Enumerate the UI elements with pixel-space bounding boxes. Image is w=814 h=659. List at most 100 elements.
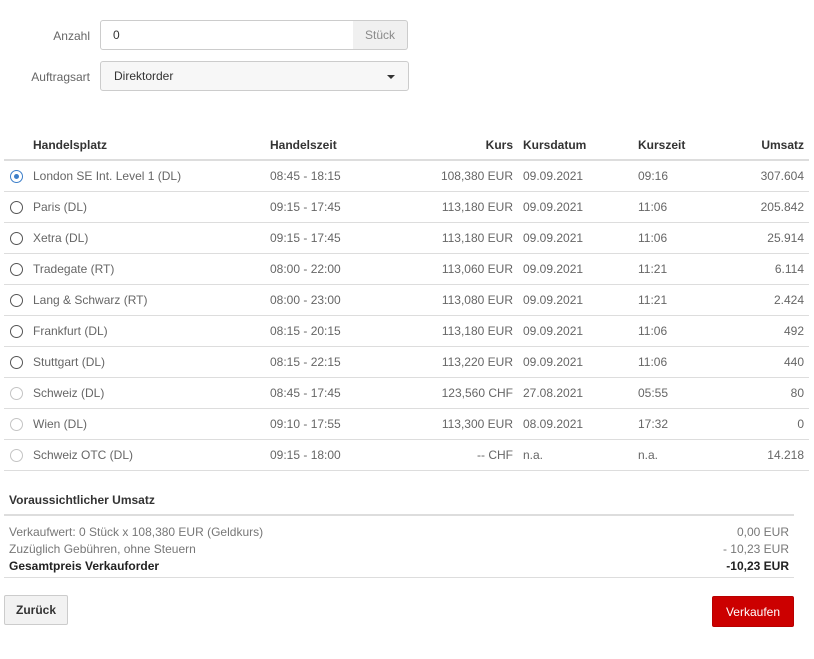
venue-price: 113,180 EUR xyxy=(400,315,513,347)
fees-label: Zuzüglich Gebühren, ohne Steuern xyxy=(9,542,196,556)
venue-trading-hours: 09:10 - 17:55 xyxy=(270,408,400,440)
table-row[interactable]: Xetra (DL) 09:15 - 17:45 113,180 EUR 09.09.… xyxy=(4,222,809,254)
venue-name: Schweiz OTC (DL) xyxy=(33,439,270,471)
venue-price-time: 05:55 xyxy=(638,377,728,409)
venue-price-date: 27.08.2021 xyxy=(513,377,638,409)
venue-volume: 440 xyxy=(728,346,809,378)
venue-trading-hours: 09:15 - 17:45 xyxy=(270,191,400,223)
venue-trading-hours: 08:15 - 22:15 xyxy=(270,346,400,378)
trading-venue-table: Handelsplatz Handelszeit Kurs Kursdatum … xyxy=(4,131,809,471)
venue-price-date: 09.09.2021 xyxy=(513,160,638,192)
venue-volume: 2.424 xyxy=(728,284,809,316)
venue-trading-hours: 08:00 - 23:00 xyxy=(270,284,400,316)
venue-price: 123,560 CHF xyxy=(400,377,513,409)
venue-price-time: 17:32 xyxy=(638,408,728,440)
venue-price-date: 09.09.2021 xyxy=(513,222,638,254)
venue-price-time: 11:06 xyxy=(638,315,728,347)
back-button[interactable]: Zurück xyxy=(4,595,68,625)
quantity-label: Anzahl xyxy=(53,29,90,43)
venue-price-date: 09.09.2021 xyxy=(513,284,638,316)
venue-name: Tradegate (RT) xyxy=(33,253,270,285)
venue-volume: 0 xyxy=(728,408,809,440)
venue-volume: 205.842 xyxy=(728,191,809,223)
summary-title: Voraussichtlicher Umsatz xyxy=(4,486,794,516)
venue-price-time: 11:06 xyxy=(638,191,728,223)
total-value: -10,23 EUR xyxy=(726,559,789,573)
venue-radio-button[interactable] xyxy=(10,170,23,183)
table-row[interactable]: Frankfurt (DL) 08:15 - 20:15 113,180 EUR 09… xyxy=(4,315,809,347)
fees-line: Zuzüglich Gebühren, ohne Steuern - 10,23… xyxy=(4,540,794,557)
quantity-input[interactable] xyxy=(100,20,354,50)
venue-price-time: n.a. xyxy=(638,439,728,471)
header-volume: Umsatz xyxy=(728,131,809,161)
venue-radio xyxy=(4,253,33,285)
table-row: Schweiz OTC (DL) 09:15 - 18:00 -- CHF n.a. n… xyxy=(4,439,809,471)
venue-trading-hours: 08:45 - 17:45 xyxy=(270,377,400,409)
venue-radio-button[interactable] xyxy=(10,294,23,307)
venue-radio xyxy=(4,377,33,409)
sale-value-label: Verkaufwert: 0 Stück x 108,380 EUR (Geld… xyxy=(9,525,264,539)
order-type-row: Auftragsart Direktorder xyxy=(0,61,814,93)
venue-name: Wien (DL) xyxy=(33,408,270,440)
header-venue: Handelsplatz xyxy=(33,131,270,161)
venue-radio-button xyxy=(10,387,23,400)
venue-radio-button[interactable] xyxy=(10,356,23,369)
venue-price: 113,060 EUR xyxy=(400,253,513,285)
venue-price-date: 09.09.2021 xyxy=(513,315,638,347)
venue-price-time: 11:21 xyxy=(638,253,728,285)
venue-price-date: 08.09.2021 xyxy=(513,408,638,440)
venue-radio xyxy=(4,160,33,192)
venue-trading-hours: 08:15 - 20:15 xyxy=(270,315,400,347)
venue-radio xyxy=(4,346,33,378)
total-label: Gesamtpreis Verkauforder xyxy=(9,559,160,573)
table-row[interactable]: Lang & Schwarz (RT) 08:00 - 23:00 113,080 … xyxy=(4,284,809,316)
sell-button[interactable]: Verkaufen xyxy=(712,596,794,627)
venue-radio xyxy=(4,284,33,316)
table-row[interactable]: London SE Int. Level 1 (DL) 08:45 - 18:15… xyxy=(4,160,809,192)
venue-trading-hours: 09:15 - 17:45 xyxy=(270,222,400,254)
venue-price: 113,080 EUR xyxy=(400,284,513,316)
venue-radio-button[interactable] xyxy=(10,325,23,338)
header-price-time: Kurszeit xyxy=(638,131,728,161)
venue-radio-button[interactable] xyxy=(10,201,23,214)
fees-value: - 10,23 EUR xyxy=(722,542,789,556)
venue-price: 108,380 EUR xyxy=(400,160,513,192)
venue-volume: 307.604 xyxy=(728,160,809,192)
venue-price: 113,220 EUR xyxy=(400,346,513,378)
venue-volume: 25.914 xyxy=(728,222,809,254)
venue-radio-button[interactable] xyxy=(10,232,23,245)
table-row: Schweiz (DL) 08:45 - 17:45 123,560 CHF 27.0… xyxy=(4,377,809,409)
venue-trading-hours: 08:00 - 22:00 xyxy=(270,253,400,285)
venue-price: 113,300 EUR xyxy=(400,408,513,440)
sale-value-line: Verkaufwert: 0 Stück x 108,380 EUR (Geld… xyxy=(4,523,794,540)
table-row[interactable]: Stuttgart (DL) 08:15 - 22:15 113,220 EUR 09… xyxy=(4,346,809,378)
venue-trading-hours: 09:15 - 18:00 xyxy=(270,439,400,471)
venue-volume: 492 xyxy=(728,315,809,347)
order-type-select[interactable]: Direktorder xyxy=(100,61,409,91)
venue-volume: 14.218 xyxy=(728,439,809,471)
header-price: Kurs xyxy=(400,131,513,161)
venue-price: -- CHF xyxy=(400,439,513,471)
table-row[interactable]: Tradegate (RT) 08:00 - 22:00 113,060 EUR 09… xyxy=(4,253,809,285)
venue-radio xyxy=(4,191,33,223)
quantity-unit-addon: Stück xyxy=(353,20,408,50)
venue-name: Xetra (DL) xyxy=(33,222,270,254)
venue-price-date: 09.09.2021 xyxy=(513,253,638,285)
venue-radio-button[interactable] xyxy=(10,263,23,276)
venue-radio-button xyxy=(10,449,23,462)
venue-radio xyxy=(4,439,33,471)
venue-name: Frankfurt (DL) xyxy=(33,315,270,347)
venue-price-date: 09.09.2021 xyxy=(513,346,638,378)
venue-name: London SE Int. Level 1 (DL) xyxy=(33,160,270,192)
venue-name: Schweiz (DL) xyxy=(33,377,270,409)
total-line: Gesamtpreis Verkauforder -10,23 EUR xyxy=(4,557,794,578)
table-row: Wien (DL) 09:10 - 17:55 113,300 EUR 08.09.2… xyxy=(4,408,809,440)
venue-name: Lang & Schwarz (RT) xyxy=(33,284,270,316)
chevron-down-icon xyxy=(387,75,395,79)
venue-radio xyxy=(4,222,33,254)
header-select xyxy=(4,131,33,161)
table-row[interactable]: Paris (DL) 09:15 - 17:45 113,180 EUR 09.09.… xyxy=(4,191,809,223)
venue-price-date: n.a. xyxy=(513,439,638,471)
header-price-date: Kursdatum xyxy=(513,131,638,161)
venue-volume: 6.114 xyxy=(728,253,809,285)
